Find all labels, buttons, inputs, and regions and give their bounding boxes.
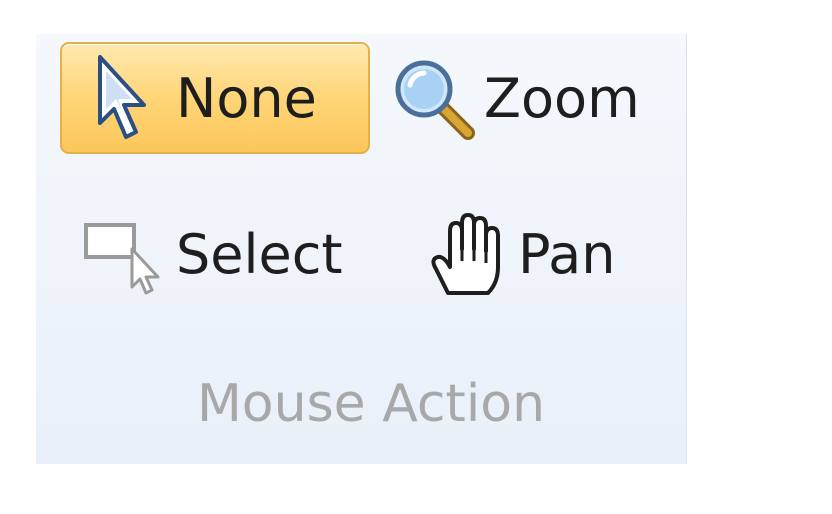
mouse-action-group: None Zoom Select Pan Mouse Action (36, 34, 687, 464)
none-button[interactable]: None (60, 42, 370, 154)
pan-button[interactable]: Pan (418, 198, 638, 310)
hand-icon (422, 209, 508, 299)
zoom-button[interactable]: Zoom (386, 42, 656, 154)
select-label: Select (176, 222, 343, 286)
group-title: Mouse Action (196, 374, 546, 434)
select-button[interactable]: Select (76, 198, 346, 310)
pan-label: Pan (518, 222, 616, 286)
selection-rectangle-icon (80, 209, 166, 299)
arrow-pointer-icon (92, 53, 156, 143)
magnifier-icon (390, 55, 476, 141)
zoom-label: Zoom (484, 66, 640, 130)
none-label: None (176, 66, 317, 130)
